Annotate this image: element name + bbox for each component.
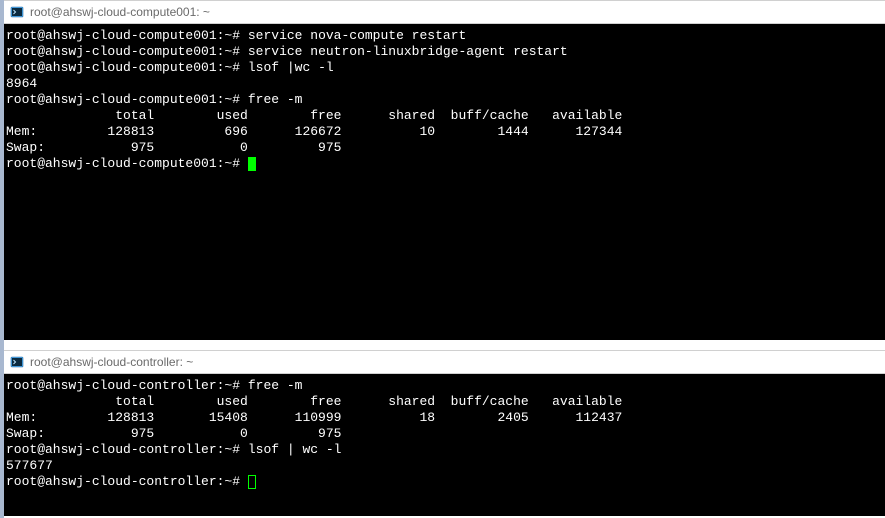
free-row-swap: Swap: 975 0 975 (6, 140, 341, 155)
terminal-icon (10, 355, 24, 369)
terminal-body-compute[interactable]: root@ahswj-cloud-compute001:~# service n… (4, 24, 885, 340)
cmd-line: service neutron-linuxbridge-agent restar… (248, 44, 568, 59)
free-row-swap: Swap: 975 0 975 (6, 426, 341, 441)
output-line: 577677 (6, 458, 53, 473)
prompt: root@ahswj-cloud-controller:~# (6, 474, 240, 489)
output-line: 8964 (6, 76, 37, 91)
prompt: root@ahswj-cloud-controller:~# (6, 378, 240, 393)
prompt: root@ahswj-cloud-compute001:~# (6, 44, 240, 59)
cmd-line: service nova-compute restart (248, 28, 466, 43)
window-title: root@ahswj-cloud-controller: ~ (30, 355, 193, 369)
terminal-icon (10, 5, 24, 19)
prompt: root@ahswj-cloud-compute001:~# (6, 28, 240, 43)
free-header: total used free shared buff/cache availa… (6, 108, 622, 123)
cursor-outline (248, 475, 256, 489)
prompt: root@ahswj-cloud-compute001:~# (6, 92, 240, 107)
free-header: total used free shared buff/cache availa… (6, 394, 622, 409)
prompt: root@ahswj-cloud-controller:~# (6, 442, 240, 457)
titlebar-controller[interactable]: root@ahswj-cloud-controller: ~ (4, 350, 885, 374)
free-row-mem: Mem: 128813 15408 110999 18 2405 112437 (6, 410, 622, 425)
window-title: root@ahswj-cloud-compute001: ~ (30, 5, 210, 19)
cursor-solid (248, 157, 256, 171)
prompt: root@ahswj-cloud-compute001:~# (6, 156, 240, 171)
terminal-body-controller[interactable]: root@ahswj-cloud-controller:~# free -m t… (4, 374, 885, 516)
free-row-mem: Mem: 128813 696 126672 10 1444 127344 (6, 124, 622, 139)
cmd-line: free -m (248, 92, 303, 107)
terminal-window-controller: root@ahswj-cloud-controller: ~ root@ahsw… (4, 350, 885, 516)
window-gap (4, 340, 885, 350)
cmd-line: free -m (248, 378, 303, 393)
titlebar-compute[interactable]: root@ahswj-cloud-compute001: ~ (4, 0, 885, 24)
cmd-line: lsof | wc -l (248, 442, 342, 457)
cmd-line: lsof |wc -l (248, 60, 334, 75)
terminal-window-compute: root@ahswj-cloud-compute001: ~ root@ahsw… (4, 0, 885, 340)
prompt: root@ahswj-cloud-compute001:~# (6, 60, 240, 75)
